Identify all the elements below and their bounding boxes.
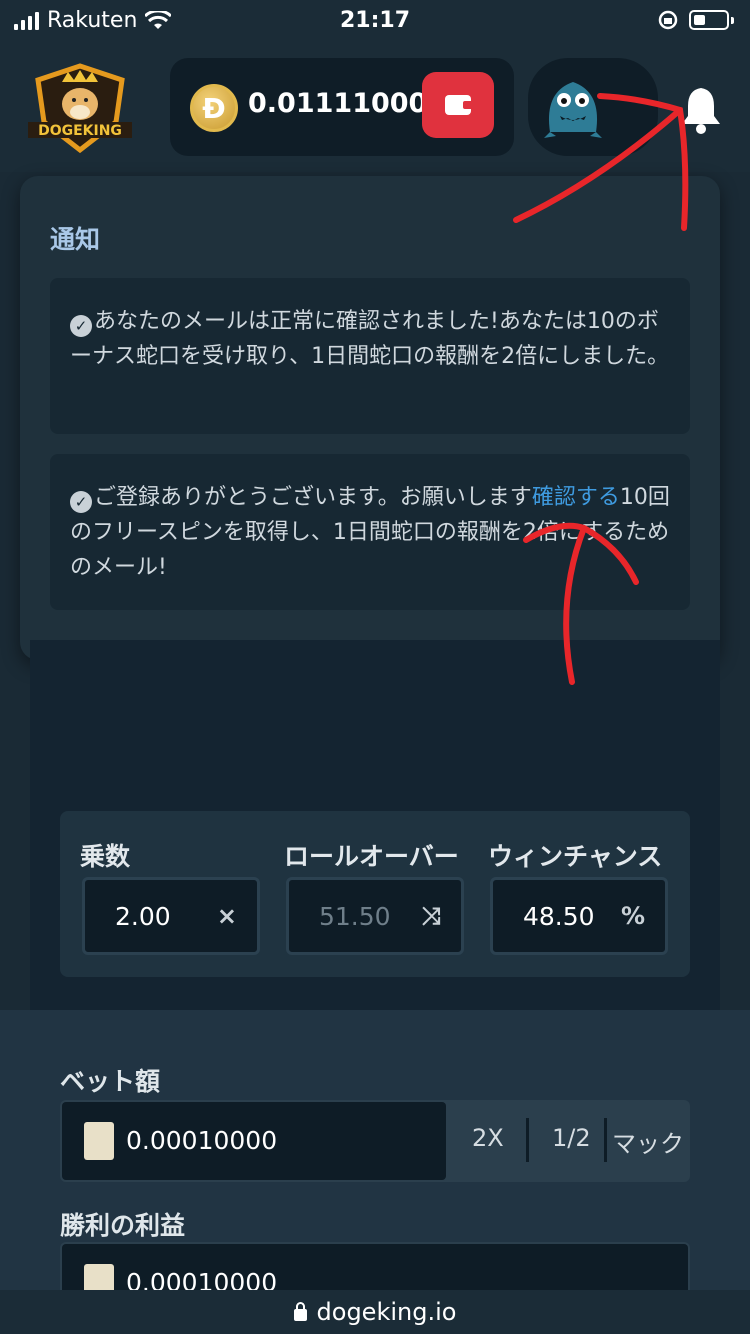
dice-stats: 乗数 ロールオーバー ウィンチャンス 2.00 × 51.50 ⤨ 48.50 … [60,811,690,977]
bet-section: ベット額 0.00010000 2X 1/2 マック 勝利の利益 0.00010… [0,1010,750,1334]
times-icon: × [216,902,237,930]
max-bet-button[interactable]: マック [612,1124,684,1159]
profile-button[interactable] [528,58,658,156]
shuffle-icon[interactable]: ⤨ [422,902,441,930]
percent-icon: % [620,902,645,930]
balance-value: 0.01111000 [248,88,428,119]
double-bet-button[interactable]: 2X [472,1124,504,1152]
bell-icon[interactable] [678,84,724,136]
check-circle-icon: ✓ [70,315,92,337]
rotation-lock-icon [658,10,678,30]
wallet-button[interactable] [422,72,494,138]
bet-amount-row: 0.00010000 2X 1/2 マック [60,1100,690,1182]
wallet-icon [445,95,473,115]
rollover-input[interactable]: 51.50 ⤨ [286,877,464,955]
status-bar: Rakuten 21:17 [0,0,750,42]
confirm-link[interactable]: 確認する [532,485,620,510]
multiplier-value: 2.00 [115,902,171,931]
check-circle-icon: ✓ [70,491,92,513]
profit-label: 勝利の利益 [60,1211,186,1240]
dogeking-logo[interactable]: DOGEKING [28,62,132,154]
dogecoin-icon: Ð [190,84,238,132]
notification-text: あなたのメールは正常に確認されました!あなたは10のボーナス蛇口を受け取り、1日… [70,309,670,369]
notification-text: ご登録ありがとうございます。お願いします [94,485,532,510]
clock: 21:17 [339,8,411,33]
notification-item: ✓ ご登録ありがとうございます。お願いします確認する10回のフリースピンを取得し、… [50,454,690,610]
battery-icon [689,10,729,30]
rollover-value: 51.50 [319,902,391,931]
coin-icon [84,1122,114,1160]
multiplier-input[interactable]: 2.00 × [82,877,260,955]
bet-amount-value: 0.00010000 [126,1126,278,1155]
url-text: dogeking.io [316,1298,457,1326]
notification-title: 通知 [50,225,101,254]
notification-item: ✓ あなたのメールは正常に確認されました!あなたは10のボーナス蛇口を受け取り、1… [50,278,690,434]
win-chance-label: ウィンチャンス [488,842,663,871]
lock-icon [293,1302,307,1321]
half-bet-button[interactable]: 1/2 [552,1124,591,1152]
rollover-label: ロールオーバー [284,842,459,871]
multiplier-label: 乗数 [80,842,131,871]
win-chance-input[interactable]: 48.50 % [490,877,668,955]
bet-amount-input[interactable]: 0.00010000 [62,1102,446,1180]
app-header: DOGEKING Ð 0.01111000 [0,42,750,172]
notification-panel: 通知 ✓ あなたのメールは正常に確認されました!あなたは10のボーナス蛇口を受け取… [20,176,720,660]
status-right [657,9,734,31]
balance-box[interactable]: Ð 0.01111000 [170,58,514,156]
bet-amount-label: ベット額 [60,1067,161,1096]
avatar [544,82,602,138]
logo-text: DOGEKING [38,123,122,139]
url-bar[interactable]: dogeking.io [0,1290,750,1334]
win-chance-value: 48.50 [523,902,595,931]
